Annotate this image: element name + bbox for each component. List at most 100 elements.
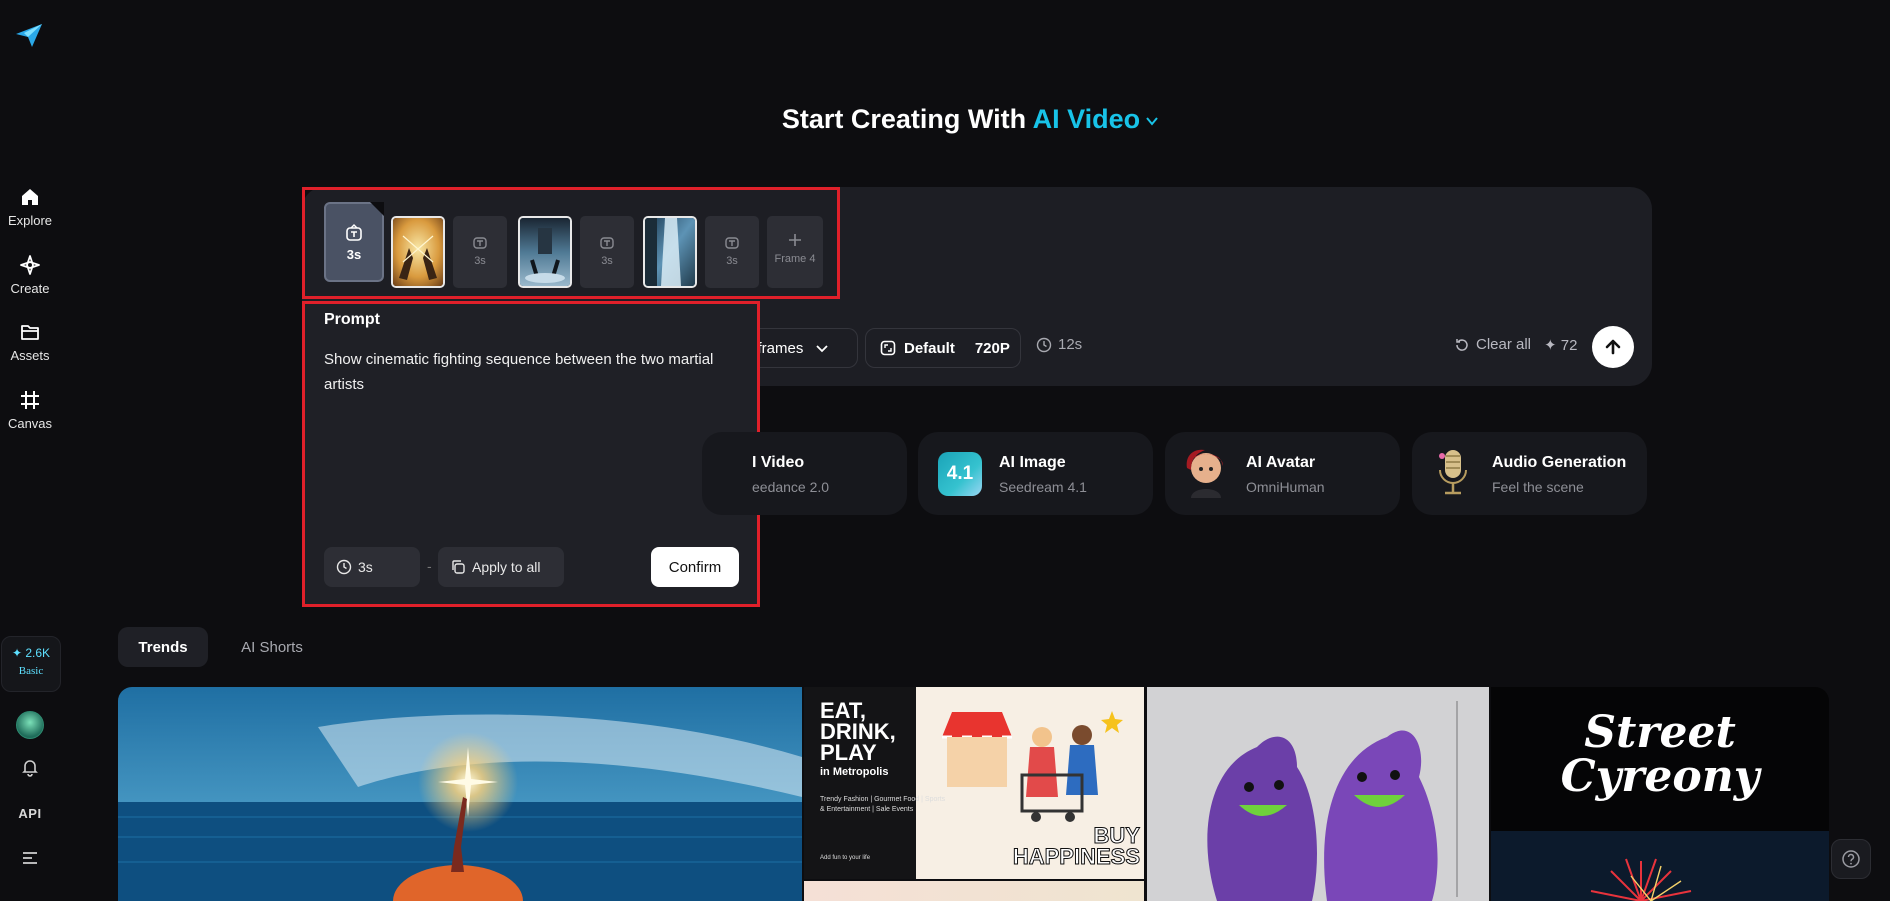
help-button[interactable] bbox=[1831, 839, 1871, 879]
keyframe-1-thumbnail[interactable] bbox=[391, 216, 445, 288]
reset-icon bbox=[1456, 338, 1468, 351]
add-frame-button[interactable]: Frame 4 bbox=[767, 216, 823, 288]
gallery-item-purple-monsters[interactable] bbox=[1147, 687, 1489, 901]
add-frame-label: Frame 4 bbox=[774, 253, 816, 265]
folder-icon bbox=[21, 325, 39, 340]
menu-icon[interactable] bbox=[22, 851, 38, 865]
avatar-character-image bbox=[1186, 449, 1223, 498]
poster-cta-line: BUY bbox=[1093, 823, 1140, 848]
tab-trends[interactable]: Trends bbox=[118, 627, 208, 667]
ocean-torch-image bbox=[118, 687, 802, 901]
tool-card-subtitle: Seedream 4.1 bbox=[999, 479, 1087, 495]
microphone-image bbox=[1439, 450, 1467, 495]
gallery-item-street-ceremony[interactable]: Street Cyreony bbox=[1491, 687, 1829, 901]
segment-duration-select[interactable]: 3s bbox=[324, 547, 420, 587]
tool-card-title: AI Image bbox=[999, 454, 1066, 471]
tab-ai-shorts[interactable]: AI Shorts bbox=[228, 627, 316, 667]
ratio-resolution-button[interactable]: Default 720P bbox=[865, 328, 1021, 368]
duration-label: 12s bbox=[1058, 336, 1083, 353]
sidebar-item-label: Canvas bbox=[7, 416, 53, 431]
tool-card-audio-generation[interactable]: Audio Generation Feel the scene bbox=[1412, 432, 1647, 515]
apply-to-all-button[interactable]: Apply to all bbox=[438, 547, 564, 587]
sidebar-item-assets[interactable]: Assets bbox=[0, 321, 60, 365]
duration-button[interactable]: 12s bbox=[1036, 336, 1082, 353]
gallery-item-eat-drink-play[interactable]: EAT, DRINK, PLAY in Metropolis Trendy Fa… bbox=[804, 687, 1144, 879]
home-icon bbox=[22, 189, 38, 205]
send-button[interactable] bbox=[1592, 326, 1634, 368]
martial-artists-image bbox=[393, 218, 443, 286]
tool-card-subtitle: eedance 2.0 bbox=[752, 479, 830, 495]
clear-all-label: Clear all bbox=[1476, 336, 1532, 353]
copy-icon bbox=[452, 560, 465, 574]
sparkle-icon bbox=[20, 255, 40, 275]
tool-card-title: AI Avatar bbox=[1246, 454, 1316, 471]
tool-card-title: Audio Generation bbox=[1492, 454, 1627, 471]
keyframe-3-thumbnail[interactable] bbox=[643, 216, 697, 288]
credits-amount: ✦ 2.6K bbox=[11, 646, 51, 660]
text-segment-icon bbox=[473, 237, 487, 249]
corner-fold bbox=[370, 202, 384, 216]
arrow-up-icon bbox=[1605, 339, 1621, 355]
api-link[interactable]: API bbox=[0, 806, 60, 821]
tool-card-ai-video[interactable]: I Video eedance 2.0 bbox=[702, 432, 907, 515]
prompt-textarea[interactable]: Show cinematic fighting sequence between… bbox=[324, 347, 734, 397]
plan-label: Basic bbox=[18, 665, 44, 677]
mode-selector[interactable]: AI Video bbox=[1033, 104, 1159, 134]
purple-monsters-image bbox=[1147, 687, 1489, 901]
poster-cta: BUY HAPPINESS bbox=[1008, 823, 1140, 868]
chevron-down-icon bbox=[816, 345, 828, 353]
resolution-label: 720P bbox=[974, 339, 1010, 357]
clear-all-button[interactable]: Clear all bbox=[1454, 336, 1531, 353]
aspect-ratio-icon bbox=[880, 340, 896, 356]
prompt-popover: Prompt Show cinematic fighting sequence … bbox=[302, 301, 760, 607]
tool-card-ai-avatar[interactable]: AI Avatar OmniHuman bbox=[1165, 432, 1400, 515]
tool-card-ai-image[interactable]: 4.1 AI Image Seedream 4.1 bbox=[918, 432, 1153, 515]
separator-dash: - bbox=[427, 558, 432, 574]
keyframes-strip: 3s 3s 3s 3s Frame 4 bbox=[302, 187, 840, 299]
sidebar-item-label: Create bbox=[10, 281, 50, 296]
ratio-label: Default bbox=[904, 339, 955, 357]
apply-to-all-label: Apply to all bbox=[472, 559, 541, 575]
title-prefix: Start Creating With bbox=[781, 104, 1027, 134]
gallery-item-ocean-torch[interactable] bbox=[118, 687, 802, 901]
segment-duration: 3s bbox=[601, 255, 613, 267]
poster-city: in Metropolis bbox=[820, 766, 889, 778]
keyframe-2-thumbnail[interactable] bbox=[518, 216, 572, 288]
sidebar-item-label: Assets bbox=[10, 348, 50, 363]
tool-card-subtitle: Feel the scene bbox=[1492, 479, 1584, 495]
tool-card-title: I Video bbox=[752, 454, 805, 471]
selected-segment[interactable]: 3s bbox=[324, 202, 384, 282]
waterfall-image bbox=[645, 218, 695, 286]
help-icon bbox=[1842, 850, 1860, 868]
fireworks-image bbox=[1491, 831, 1829, 901]
avatar[interactable] bbox=[16, 711, 44, 739]
segment-duration-value: 3s bbox=[358, 559, 373, 575]
gallery-item-pastel[interactable] bbox=[804, 881, 1144, 901]
segment-gap-2[interactable]: 3s bbox=[580, 216, 634, 288]
poster-headline: EAT, DRINK, PLAY bbox=[820, 700, 896, 765]
shopping-illustration bbox=[942, 711, 1123, 822]
street-title-line: Street bbox=[1584, 707, 1736, 758]
clock-icon bbox=[336, 559, 352, 575]
chevron-down-icon bbox=[1146, 117, 1158, 126]
plus-icon bbox=[789, 234, 801, 246]
sidebar-item-create[interactable]: Create bbox=[0, 254, 60, 298]
sidebar-item-canvas[interactable]: Canvas bbox=[0, 389, 60, 433]
poster-line: PLAY bbox=[820, 740, 877, 765]
credit-cost: ✦ 72 bbox=[1544, 337, 1578, 354]
mode-selector-label: AI Video bbox=[1032, 104, 1141, 134]
street-title-line: Cyreony bbox=[1560, 751, 1760, 802]
clock-icon bbox=[1036, 337, 1052, 352]
seedream-logo: 4.1 bbox=[938, 452, 982, 496]
logo-icon[interactable] bbox=[14, 20, 44, 50]
sidebar: Explore Create Assets Canvas ✦ 2.6K Basi… bbox=[0, 0, 61, 901]
text-segment-icon bbox=[346, 224, 362, 241]
street-title: Street Cyreony bbox=[1491, 711, 1829, 799]
credits-badge[interactable]: ✦ 2.6K Basic bbox=[1, 636, 61, 692]
sidebar-item-label: Explore bbox=[7, 213, 53, 228]
confirm-button[interactable]: Confirm bbox=[651, 547, 739, 587]
bell-icon[interactable] bbox=[20, 757, 40, 777]
segment-gap-1[interactable]: 3s bbox=[453, 216, 507, 288]
sidebar-item-explore[interactable]: Explore bbox=[0, 186, 60, 230]
segment-gap-3[interactable]: 3s bbox=[705, 216, 759, 288]
